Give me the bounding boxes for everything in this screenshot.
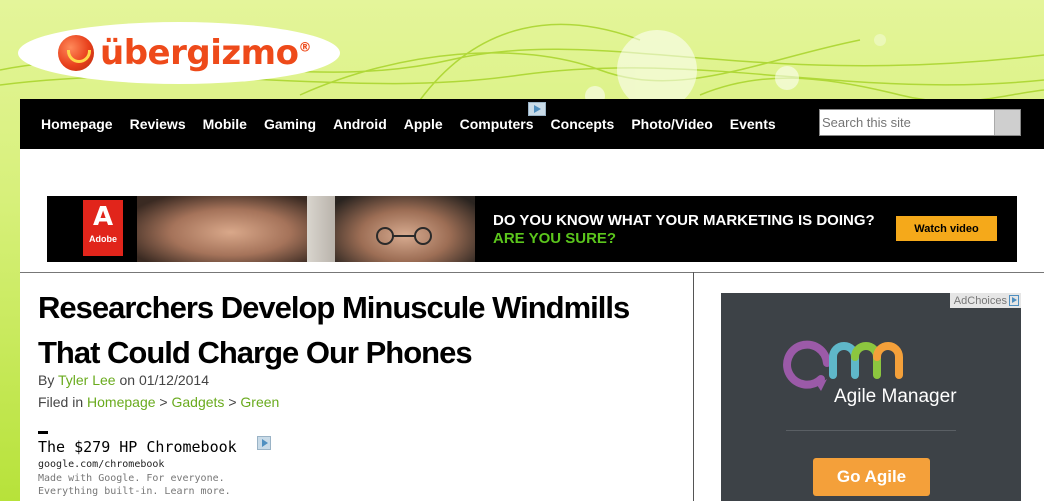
adobe-logo: A Adobe xyxy=(83,200,123,256)
search-button[interactable] xyxy=(994,110,1020,135)
site-logo[interactable]: übergizmo® xyxy=(18,22,340,84)
banner-image-left xyxy=(137,196,307,262)
content-area: A Adobe DO YOU KNOW WHAT YOUR MARKETING … xyxy=(20,149,1044,501)
banner-image-background xyxy=(307,196,335,262)
watch-video-button[interactable]: Watch video xyxy=(896,216,997,241)
nav-item-apple[interactable]: Apple xyxy=(404,116,443,132)
article-title: Researchers Develop Minuscule Windmills … xyxy=(38,290,630,370)
nav-item-mobile[interactable]: Mobile xyxy=(203,116,247,132)
agile-manager-name: Agile Manager xyxy=(834,386,957,407)
go-agile-button[interactable]: Go Agile xyxy=(813,458,930,496)
sidebar-ad[interactable]: AdChoices Agile Manager Go Agile xyxy=(721,293,1021,501)
ad-separator xyxy=(786,430,956,431)
text-ad[interactable]: The $279 HP Chromebook google.com/chrome… xyxy=(38,431,271,498)
text-ad-headline[interactable]: The $279 HP Chromebook xyxy=(38,438,237,456)
text-ad-marker xyxy=(38,431,48,434)
ad-info-icon[interactable] xyxy=(257,436,271,450)
search-input[interactable] xyxy=(820,110,994,135)
logo-ball-icon xyxy=(58,35,94,71)
category-link-homepage[interactable]: Homepage xyxy=(87,394,156,410)
adobe-logo-letter: A xyxy=(92,202,114,232)
ad-info-icon[interactable] xyxy=(528,102,546,116)
banner-ad[interactable]: A Adobe DO YOU KNOW WHAT YOUR MARKETING … xyxy=(47,196,1017,262)
adchoices-badge[interactable]: AdChoices xyxy=(949,293,1021,308)
nav-item-android[interactable]: Android xyxy=(333,116,387,132)
adchoices-label: AdChoices xyxy=(953,294,1007,307)
article-date: 01/12/2014 xyxy=(138,372,210,388)
search-form xyxy=(819,109,1021,136)
category-separator: > xyxy=(228,394,237,410)
category-link-gadgets[interactable]: Gadgets xyxy=(172,394,225,410)
content-divider xyxy=(20,272,1044,273)
logo-text: übergizmo® xyxy=(100,33,311,73)
nav-item-homepage[interactable]: Homepage xyxy=(41,116,113,132)
nav-item-events[interactable]: Events xyxy=(730,116,776,132)
main-nav: Homepage Reviews Mobile Gaming Android A… xyxy=(20,99,1044,149)
byline-on-label: on xyxy=(119,372,136,388)
nav-item-gaming[interactable]: Gaming xyxy=(264,116,316,132)
text-ad-url[interactable]: google.com/chromebook xyxy=(38,459,237,470)
byline-by-label: By xyxy=(38,372,55,388)
author-link[interactable]: Tyler Lee xyxy=(58,372,116,388)
article-categories: Filed in Homepage > Gadgets > Green xyxy=(38,394,279,410)
adobe-logo-name: Adobe xyxy=(89,234,117,244)
glasses-graphic xyxy=(376,227,432,245)
banner-headline: DO YOU KNOW WHAT YOUR MARKETING IS DOING… xyxy=(493,212,875,229)
adchoices-icon xyxy=(1009,295,1019,306)
nav-item-photo-video[interactable]: Photo/Video xyxy=(631,116,712,132)
category-link-green[interactable]: Green xyxy=(240,394,279,410)
filed-in-label: Filed in xyxy=(38,394,84,410)
nav-item-computers[interactable]: Computers xyxy=(460,116,534,132)
nav-item-reviews[interactable]: Reviews xyxy=(130,116,186,132)
text-ad-desc-line: Everything built-in. Learn more. xyxy=(38,486,231,497)
text-ad-desc-line: Made with Google. For everyone. xyxy=(38,473,225,484)
banner-subline: ARE YOU SURE? xyxy=(493,230,617,247)
nav-item-concepts[interactable]: Concepts xyxy=(551,116,615,132)
column-divider xyxy=(693,272,694,501)
text-ad-description: Made with Google. For everyone. Everythi… xyxy=(38,472,237,498)
article-byline: By Tyler Lee on 01/12/2014 xyxy=(38,372,209,388)
category-separator: > xyxy=(159,394,168,410)
